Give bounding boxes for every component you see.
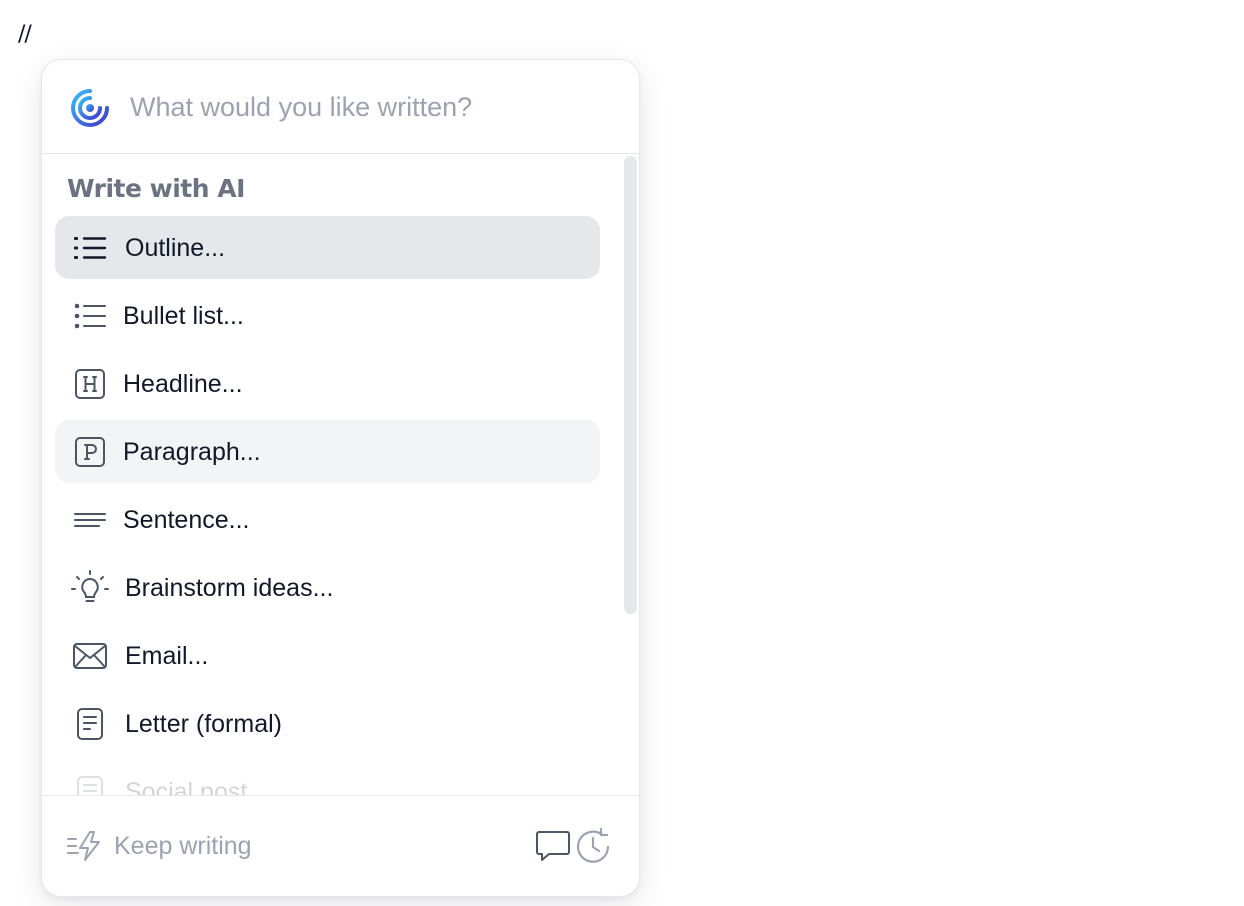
menu-item-label: Paragraph... [123, 438, 261, 466]
outline-list-icon [71, 230, 109, 266]
keep-writing-button[interactable]: Keep writing [66, 826, 252, 866]
paragraph-p-icon [71, 434, 109, 470]
list-scrollbar[interactable] [624, 156, 637, 614]
menu-item-headline[interactable]: Headline... [55, 352, 600, 415]
prompt-bar [42, 60, 639, 154]
menu-item-email[interactable]: Email... [55, 624, 600, 687]
ai-assistant-logo-icon [71, 89, 111, 127]
document-icon [71, 706, 109, 742]
bullet-list-icon [71, 298, 109, 334]
footer-bar: Keep writing [42, 795, 639, 896]
menu-item-social-post[interactable]: Social post [55, 760, 600, 795]
lines-lightning-icon [67, 831, 100, 861]
section-title: Write with AI [67, 174, 245, 203]
keep-writing-label: Keep writing [114, 831, 252, 860]
envelope-icon [71, 638, 109, 674]
history-clock-icon[interactable] [574, 827, 612, 865]
menu-item-sentence[interactable]: Sentence... [55, 488, 600, 551]
speech-bubble-icon[interactable] [534, 827, 572, 865]
headline-h-icon [71, 366, 109, 402]
menu-item-label: Headline... [123, 370, 243, 398]
menu-item-label: Letter (formal) [125, 710, 282, 738]
ai-write-popup: Write with AI Outline... Bullet list... [41, 59, 640, 897]
menu-item-letter-formal[interactable]: Letter (formal) [55, 692, 600, 755]
menu-item-label: Brainstorm ideas... [125, 574, 334, 602]
menu-item-label: Outline... [125, 234, 226, 262]
menu-item-bullet-list[interactable]: Bullet list... [55, 284, 600, 347]
command-list: Write with AI Outline... Bullet list... [42, 154, 639, 795]
menu-item-label: Sentence... [123, 506, 250, 534]
social-post-icon [71, 774, 109, 795]
menu-item-brainstorm[interactable]: Brainstorm ideas... [55, 556, 600, 619]
menu-item-label: Bullet list... [123, 302, 244, 330]
menu-item-paragraph[interactable]: Paragraph... [55, 420, 600, 483]
slash-command-trigger: // [18, 22, 32, 47]
menu-item-label: Email... [125, 642, 209, 670]
menu-item-label: Social post [125, 778, 248, 795]
lightbulb-icon [71, 570, 109, 606]
sentence-lines-icon [71, 502, 109, 538]
menu-item-outline[interactable]: Outline... [55, 216, 600, 279]
prompt-input[interactable] [130, 82, 610, 132]
